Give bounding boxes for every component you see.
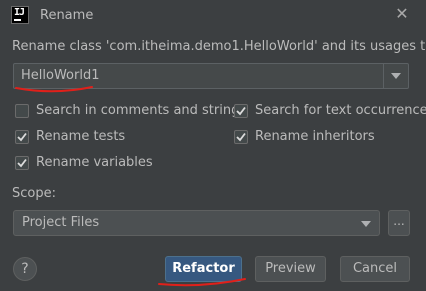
checkbox-box[interactable] bbox=[234, 130, 248, 144]
dialog-title: Rename bbox=[40, 8, 94, 23]
scope-value: Project Files bbox=[22, 215, 100, 230]
preview-button[interactable]: Preview bbox=[255, 256, 326, 282]
scope-more-button[interactable]: ... bbox=[388, 210, 410, 236]
red-annotation-underline bbox=[158, 278, 246, 287]
checkbox-label: Rename tests bbox=[36, 129, 126, 144]
checkbox-label: Rename inheritors bbox=[255, 129, 375, 144]
intellij-idea-icon: IJ bbox=[11, 6, 29, 24]
checkbox-box[interactable] bbox=[15, 130, 29, 144]
checkbox-label: Rename variables bbox=[36, 155, 153, 170]
cancel-button[interactable]: Cancel bbox=[340, 256, 410, 282]
checkbox-box[interactable] bbox=[15, 104, 29, 118]
scope-dropdown[interactable]: Project Files bbox=[13, 210, 380, 236]
title-bar: IJ Rename ✕ bbox=[0, 0, 426, 32]
checkmark-icon bbox=[17, 132, 27, 142]
red-annotation-underline bbox=[15, 86, 93, 93]
help-button[interactable]: ? bbox=[13, 257, 37, 281]
chevron-down-icon bbox=[361, 221, 371, 227]
checkbox-box[interactable] bbox=[234, 104, 248, 118]
checkbox-label: Search for text occurrences bbox=[255, 103, 426, 118]
checkbox-box[interactable] bbox=[15, 156, 29, 170]
checkmark-icon bbox=[236, 132, 246, 142]
new-name-input[interactable]: HelloWorld1 bbox=[21, 68, 99, 83]
checkbox-label: Search in comments and strings bbox=[36, 103, 247, 118]
name-dropdown-button[interactable] bbox=[383, 64, 408, 88]
checkmark-icon bbox=[236, 106, 246, 116]
scope-label: Scope: bbox=[12, 186, 56, 201]
chevron-down-icon bbox=[391, 73, 401, 79]
rename-prompt: Rename class 'com.itheima.demo1.HelloWor… bbox=[12, 39, 426, 54]
checkmark-icon bbox=[17, 158, 27, 168]
close-icon[interactable]: ✕ bbox=[393, 5, 411, 23]
